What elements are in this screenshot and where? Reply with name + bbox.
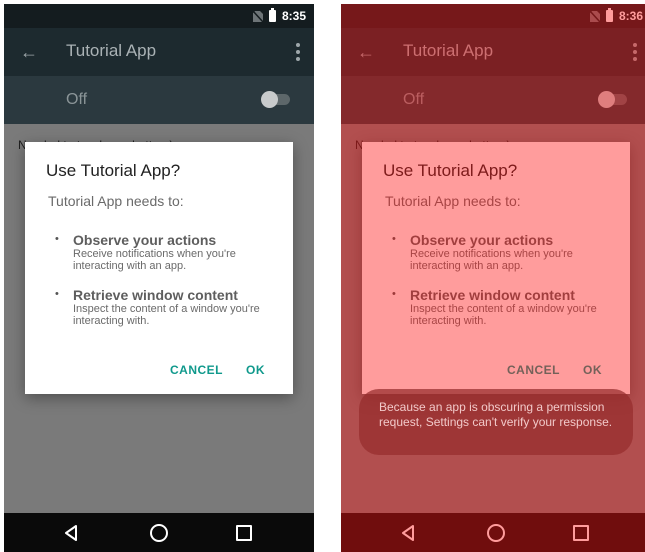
arrow-left-icon[interactable]: ← <box>20 42 40 62</box>
square-recent-icon[interactable] <box>573 525 589 541</box>
ok-button[interactable]: OK <box>583 363 602 377</box>
master-switch-bar[interactable]: Off <box>4 76 314 124</box>
permission-description: Receive notifications when you're intera… <box>410 248 573 272</box>
more-vert-icon[interactable] <box>296 43 300 61</box>
status-bar: 8:36 <box>341 4 645 28</box>
permission-title: Retrieve window content <box>410 287 575 303</box>
no-sim-icon <box>252 10 263 22</box>
bullet-icon: • <box>392 288 396 300</box>
status-bar: 8:35 <box>4 4 314 28</box>
status-time: 8:36 <box>618 9 643 23</box>
navigation-bar <box>4 513 314 552</box>
switch-label: Off <box>66 91 88 108</box>
app-bar: ← Tutorial App <box>4 28 314 76</box>
status-time: 8:35 <box>281 9 306 23</box>
master-switch-bar[interactable]: Off <box>341 76 645 124</box>
permission-item: • Retrieve window content Inspect the co… <box>392 287 620 327</box>
permission-dialog: Use Tutorial App? Tutorial App needs to:… <box>362 142 630 394</box>
circle-home-icon[interactable] <box>150 524 168 542</box>
battery-icon <box>605 8 613 22</box>
permission-dialog: Use Tutorial App? Tutorial App needs to:… <box>25 142 293 394</box>
triangle-back-icon[interactable] <box>401 525 415 541</box>
toggle-thumb <box>598 91 615 108</box>
permission-title: Retrieve window content <box>73 287 238 303</box>
bullet-icon: • <box>55 233 59 245</box>
app-title: Tutorial App <box>403 41 494 60</box>
dialog-title: Use Tutorial App? <box>46 161 181 180</box>
permission-description: Inspect the content of a window you're i… <box>73 303 260 327</box>
dialog-subtitle: Tutorial App needs to: <box>48 193 184 209</box>
bullet-icon: • <box>55 288 59 300</box>
battery-icon <box>268 8 276 22</box>
cancel-button[interactable]: CANCEL <box>170 363 223 377</box>
permission-description: Receive notifications when you're intera… <box>73 248 236 272</box>
permission-item: • Observe your actions Receive notificat… <box>55 232 283 272</box>
permission-item: • Observe your actions Receive notificat… <box>392 232 620 272</box>
phone-screen-right: 8:36 ← Tutorial App Off Needed to teach … <box>341 4 645 552</box>
arrow-left-icon[interactable]: ← <box>357 42 377 62</box>
permission-description: Inspect the content of a window you're i… <box>410 303 597 327</box>
app-title: Tutorial App <box>66 41 157 60</box>
toast-message: Because an app is obscuring a permission… <box>379 400 613 429</box>
permission-title: Observe your actions <box>410 232 554 248</box>
dialog-subtitle: Tutorial App needs to: <box>385 193 521 209</box>
navigation-bar <box>341 513 645 552</box>
toggle-thumb <box>261 91 278 108</box>
no-sim-icon <box>589 10 600 22</box>
app-bar: ← Tutorial App <box>341 28 645 76</box>
bullet-icon: • <box>392 233 396 245</box>
toggle-switch[interactable] <box>598 91 627 108</box>
toggle-switch[interactable] <box>261 91 290 108</box>
cancel-button[interactable]: CANCEL <box>507 363 560 377</box>
permission-item: • Retrieve window content Inspect the co… <box>55 287 283 327</box>
circle-home-icon[interactable] <box>487 524 505 542</box>
ok-button[interactable]: OK <box>246 363 265 377</box>
dialog-title: Use Tutorial App? <box>383 161 518 180</box>
switch-label: Off <box>403 91 425 108</box>
more-vert-icon[interactable] <box>633 43 637 61</box>
triangle-back-icon[interactable] <box>64 525 78 541</box>
permission-title: Observe your actions <box>73 232 217 248</box>
square-recent-icon[interactable] <box>236 525 252 541</box>
phone-screen-left: 8:35 ← Tutorial App Off Needed to teach … <box>4 4 314 552</box>
obscured-warning-toast: Because an app is obscuring a permission… <box>359 389 633 455</box>
